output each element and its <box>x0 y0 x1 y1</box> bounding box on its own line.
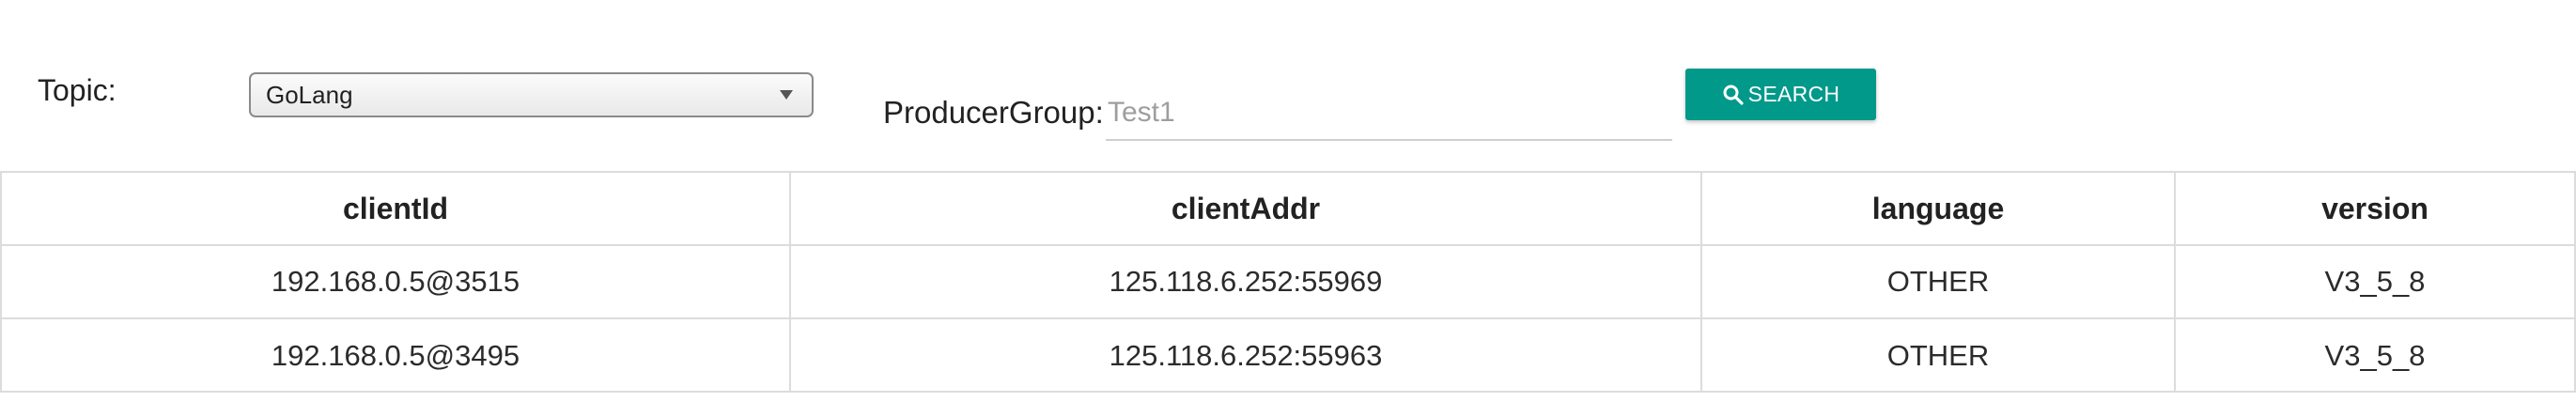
cell-language: OTHER <box>1702 246 2176 317</box>
cell-clientid: 192.168.0.5@3515 <box>2 246 791 317</box>
triangle-down-icon <box>780 90 793 100</box>
producer-group-label: ProducerGroup: <box>883 95 1104 130</box>
topic-select[interactable]: GoLang <box>249 72 814 117</box>
column-header-clientaddr: clientAddr <box>791 173 1702 244</box>
column-header-language: language <box>1702 173 2176 244</box>
producer-group-input[interactable] <box>1106 86 1672 141</box>
search-button-label: SEARCH <box>1747 82 1840 106</box>
cell-clientaddr: 125.118.6.252:55963 <box>791 319 1702 393</box>
producer-client-table: clientId clientAddr language version 192… <box>0 171 2576 393</box>
column-header-version: version <box>2321 191 2429 225</box>
topic-label: Topic: <box>38 73 116 107</box>
topic-select-value: GoLang <box>266 81 353 109</box>
cell-version: V3_5_8 <box>2324 265 2426 298</box>
search-button[interactable]: SEARCH <box>1685 69 1876 120</box>
cell-language: OTHER <box>1702 319 2176 393</box>
cell-clientid: 192.168.0.5@3495 <box>2 319 791 393</box>
column-header-clientid: clientId <box>2 173 791 244</box>
cell-version: V3_5_8 <box>2324 339 2426 372</box>
table-row: 192.168.0.5@3515 125.118.6.252:55969 OTH… <box>2 246 2574 319</box>
table-row: 192.168.0.5@3495 125.118.6.252:55963 OTH… <box>2 319 2574 393</box>
cell-clientaddr: 125.118.6.252:55969 <box>791 246 1702 317</box>
table-header-row: clientId clientAddr language version <box>2 173 2574 246</box>
search-icon <box>1723 85 1744 105</box>
